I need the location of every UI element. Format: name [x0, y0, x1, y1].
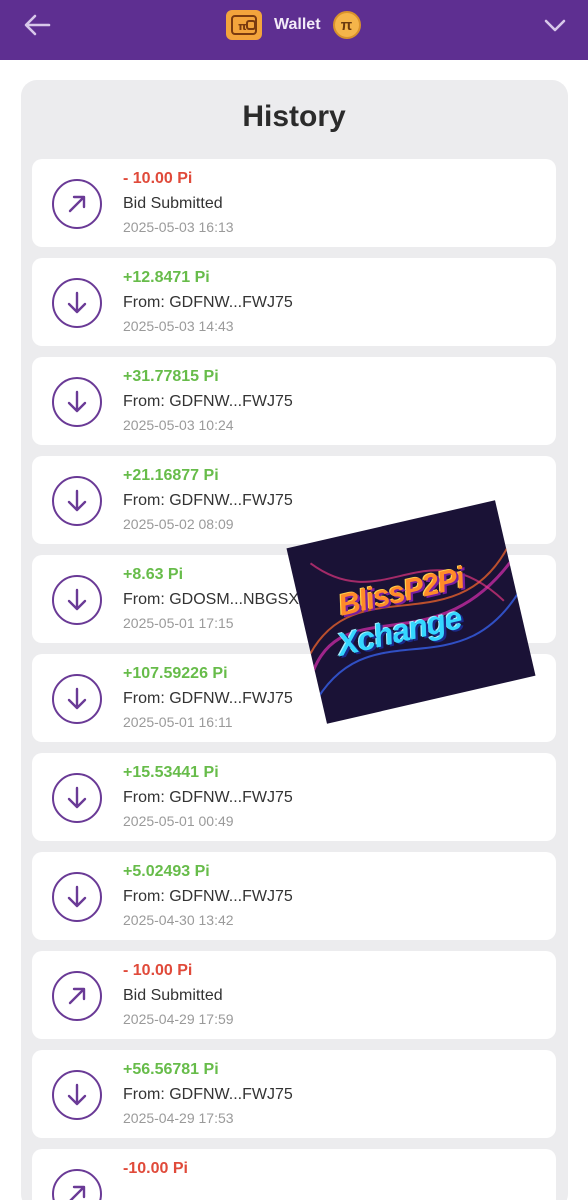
transaction-amount: +15.53441 Pi — [123, 764, 219, 781]
transaction-row[interactable]: +56.56781 Pi From: GDFNW...FWJ75 2025-04-2… — [32, 1050, 556, 1138]
transaction-row[interactable]: +12.8471 Pi From: GDFNW...FWJ75 2025-05-03… — [32, 258, 556, 346]
transaction-description: Bid Submitted — [123, 195, 223, 212]
transaction-row[interactable]: - 10.00 Pi Bid Submitted 2025-04-29 17:59 — [32, 951, 556, 1039]
transaction-date: 2025-04-29 17:53 — [123, 1110, 234, 1126]
top-app-bar: π Wallet π — [0, 0, 588, 60]
transaction-row[interactable]: -10.00 Pi — [32, 1149, 556, 1200]
transaction-row[interactable]: +5.02493 Pi From: GDFNW...FWJ75 2025-04-30… — [32, 852, 556, 940]
transaction-date: 2025-05-01 16:11 — [123, 714, 233, 730]
transaction-amount: +31.77815 Pi — [123, 368, 219, 385]
transaction-row[interactable]: +31.77815 Pi From: GDFNW...FWJ75 2025-05-0… — [32, 357, 556, 445]
arrow-up-right-icon — [52, 971, 102, 1021]
transaction-description: From: GDFNW...FWJ75 — [123, 393, 293, 410]
transaction-amount: +12.8471 Pi — [123, 269, 210, 286]
transaction-amount: -10.00 Pi — [123, 1160, 188, 1177]
header-title: Wallet — [274, 16, 321, 33]
arrow-down-icon — [52, 674, 102, 724]
arrow-down-icon — [52, 773, 102, 823]
chevron-down-icon — [544, 19, 566, 32]
transaction-amount: +56.56781 Pi — [123, 1061, 219, 1078]
arrow-left-icon — [24, 14, 51, 36]
pi-coin-symbol: π — [340, 16, 353, 34]
transaction-description: From: GDFNW...FWJ75 — [123, 789, 293, 806]
arrow-down-icon — [52, 377, 102, 427]
svg-text:π: π — [238, 20, 247, 33]
transaction-amount: +107.59226 Pi — [123, 665, 228, 682]
transaction-date: 2025-04-30 13:42 — [123, 912, 234, 928]
arrow-down-icon — [52, 575, 102, 625]
back-button[interactable] — [22, 10, 52, 40]
wallet-icon: π — [226, 10, 262, 40]
arrow-down-icon — [52, 278, 102, 328]
transaction-description: From: GDFNW...FWJ75 — [123, 294, 293, 311]
transaction-date: 2025-05-03 10:24 — [123, 417, 234, 433]
transaction-date: 2025-05-03 16:13 — [123, 219, 234, 235]
transaction-row[interactable]: - 10.00 Pi Bid Submitted 2025-05-03 16:13 — [32, 159, 556, 247]
wallet-title-group: π Wallet π — [226, 8, 361, 42]
transaction-date: 2025-04-29 17:59 — [123, 1011, 234, 1027]
transaction-date: 2025-05-03 14:43 — [123, 318, 234, 334]
transaction-description: Bid Submitted — [123, 987, 223, 1004]
transaction-description: From: GDFNW...FWJ75 — [123, 888, 293, 905]
arrow-down-icon — [52, 872, 102, 922]
transaction-row[interactable]: +15.53441 Pi From: GDFNW...FWJ75 2025-05-0… — [32, 753, 556, 841]
transaction-amount: - 10.00 Pi — [123, 962, 193, 979]
history-title: History — [242, 100, 346, 133]
transaction-description: From: GDFNW...FWJ75 — [123, 1086, 293, 1103]
transaction-description: From: GDFNW...FWJ75 — [123, 492, 293, 509]
pi-coin-icon: π — [332, 11, 361, 39]
transaction-date: 2025-05-01 17:15 — [123, 615, 234, 631]
transaction-amount: - 10.00 Pi — [123, 170, 193, 187]
arrow-down-icon — [52, 476, 102, 526]
arrow-down-icon — [52, 1070, 102, 1120]
dropdown-button[interactable] — [540, 12, 570, 38]
transaction-amount: +8.63 Pi — [123, 566, 184, 583]
arrow-up-right-icon — [52, 1169, 102, 1200]
transaction-date: 2025-05-01 00:49 — [123, 813, 234, 829]
transaction-date: 2025-05-02 08:09 — [123, 516, 234, 532]
arrow-up-right-icon — [52, 179, 102, 229]
transaction-amount: +5.02493 Pi — [123, 863, 210, 880]
transaction-description: From: GDFNW...FWJ75 — [123, 690, 293, 707]
transaction-amount: +21.16877 Pi — [123, 467, 219, 484]
transaction-description: From: GDOSM...NBGSX — [123, 591, 300, 608]
